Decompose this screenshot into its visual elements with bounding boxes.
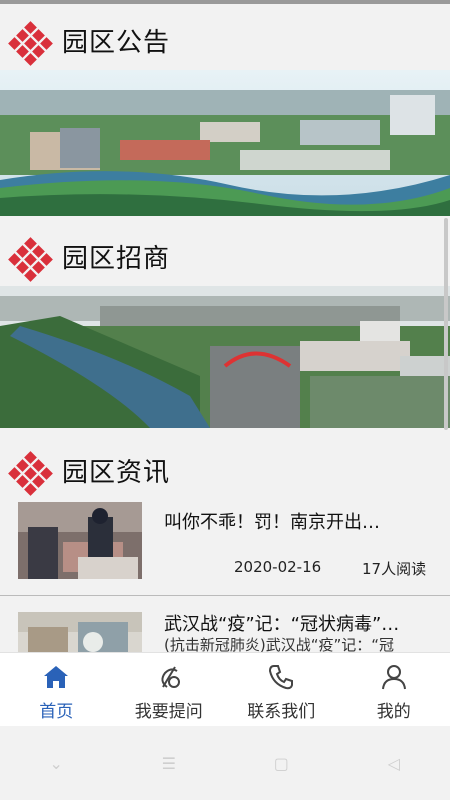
tab-label: 联系我们 [247, 702, 316, 722]
status-bar-edge [0, 0, 450, 4]
scrollbar[interactable] [444, 218, 448, 430]
divider [0, 595, 450, 596]
park-logo-icon [8, 21, 53, 66]
news-title: 叫你不乖！罚！南京开出… [164, 512, 380, 533]
system-navigation-bar: ⌄ ☰ ▢ ◁ [0, 726, 450, 800]
tab-label: 我的 [376, 702, 411, 722]
news-thumbnail [18, 502, 142, 579]
user-icon [381, 665, 406, 690]
bottom-tab-bar: 首页 我要提问 联系我们 我的 [0, 652, 450, 726]
home-square-icon[interactable]: ▢ [261, 754, 301, 773]
question-icon [161, 666, 180, 688]
news-read-count: 17人阅读 [362, 560, 427, 578]
section-header-announcement: 园区公告 [0, 10, 450, 70]
tab-mine[interactable]: 我的 [338, 653, 450, 726]
announcement-banner[interactable] [0, 70, 450, 216]
section-header-investment: 园区招商 [0, 226, 450, 286]
news-subtitle: (抗击新冠肺炎)武汉战“疫”记：“冠 [164, 636, 395, 652]
tab-label: 首页 [39, 702, 74, 722]
park-logo-icon [8, 237, 53, 282]
park-logo-icon [8, 451, 53, 496]
investment-banner[interactable] [0, 286, 450, 428]
chevron-down-icon[interactable]: ⌄ [36, 754, 76, 773]
back-triangle-icon[interactable]: ◁ [374, 754, 414, 773]
news-item[interactable]: 叫你不乖！罚！南京开出… 2020-02-16 17人阅读 [0, 500, 450, 594]
news-title: 武汉战“疫”记：“冠状病毒”… [164, 614, 400, 635]
section-title: 园区招商 [62, 243, 171, 274]
news-date: 2020-02-16 [234, 558, 322, 576]
tab-ask-question[interactable]: 我要提问 [113, 653, 226, 726]
home-icon [44, 666, 69, 688]
menu-icon[interactable]: ☰ [149, 754, 189, 773]
screen: 园区公告 园区招商 园区资讯 叫你不乖！罚！南京开出… 2020-02-16 1… [0, 0, 450, 800]
phone-icon [269, 665, 294, 690]
tab-contact-us[interactable]: 联系我们 [225, 653, 338, 726]
tab-home[interactable]: 首页 [0, 653, 113, 726]
news-thumbnail [18, 612, 142, 652]
section-header-news: 园区资讯 [0, 440, 450, 500]
section-title: 园区资讯 [62, 457, 171, 488]
section-title: 园区公告 [62, 27, 171, 58]
news-item[interactable]: 武汉战“疫”记：“冠状病毒”… (抗击新冠肺炎)武汉战“疫”记：“冠 [0, 600, 450, 652]
tab-label: 我要提问 [134, 702, 203, 722]
